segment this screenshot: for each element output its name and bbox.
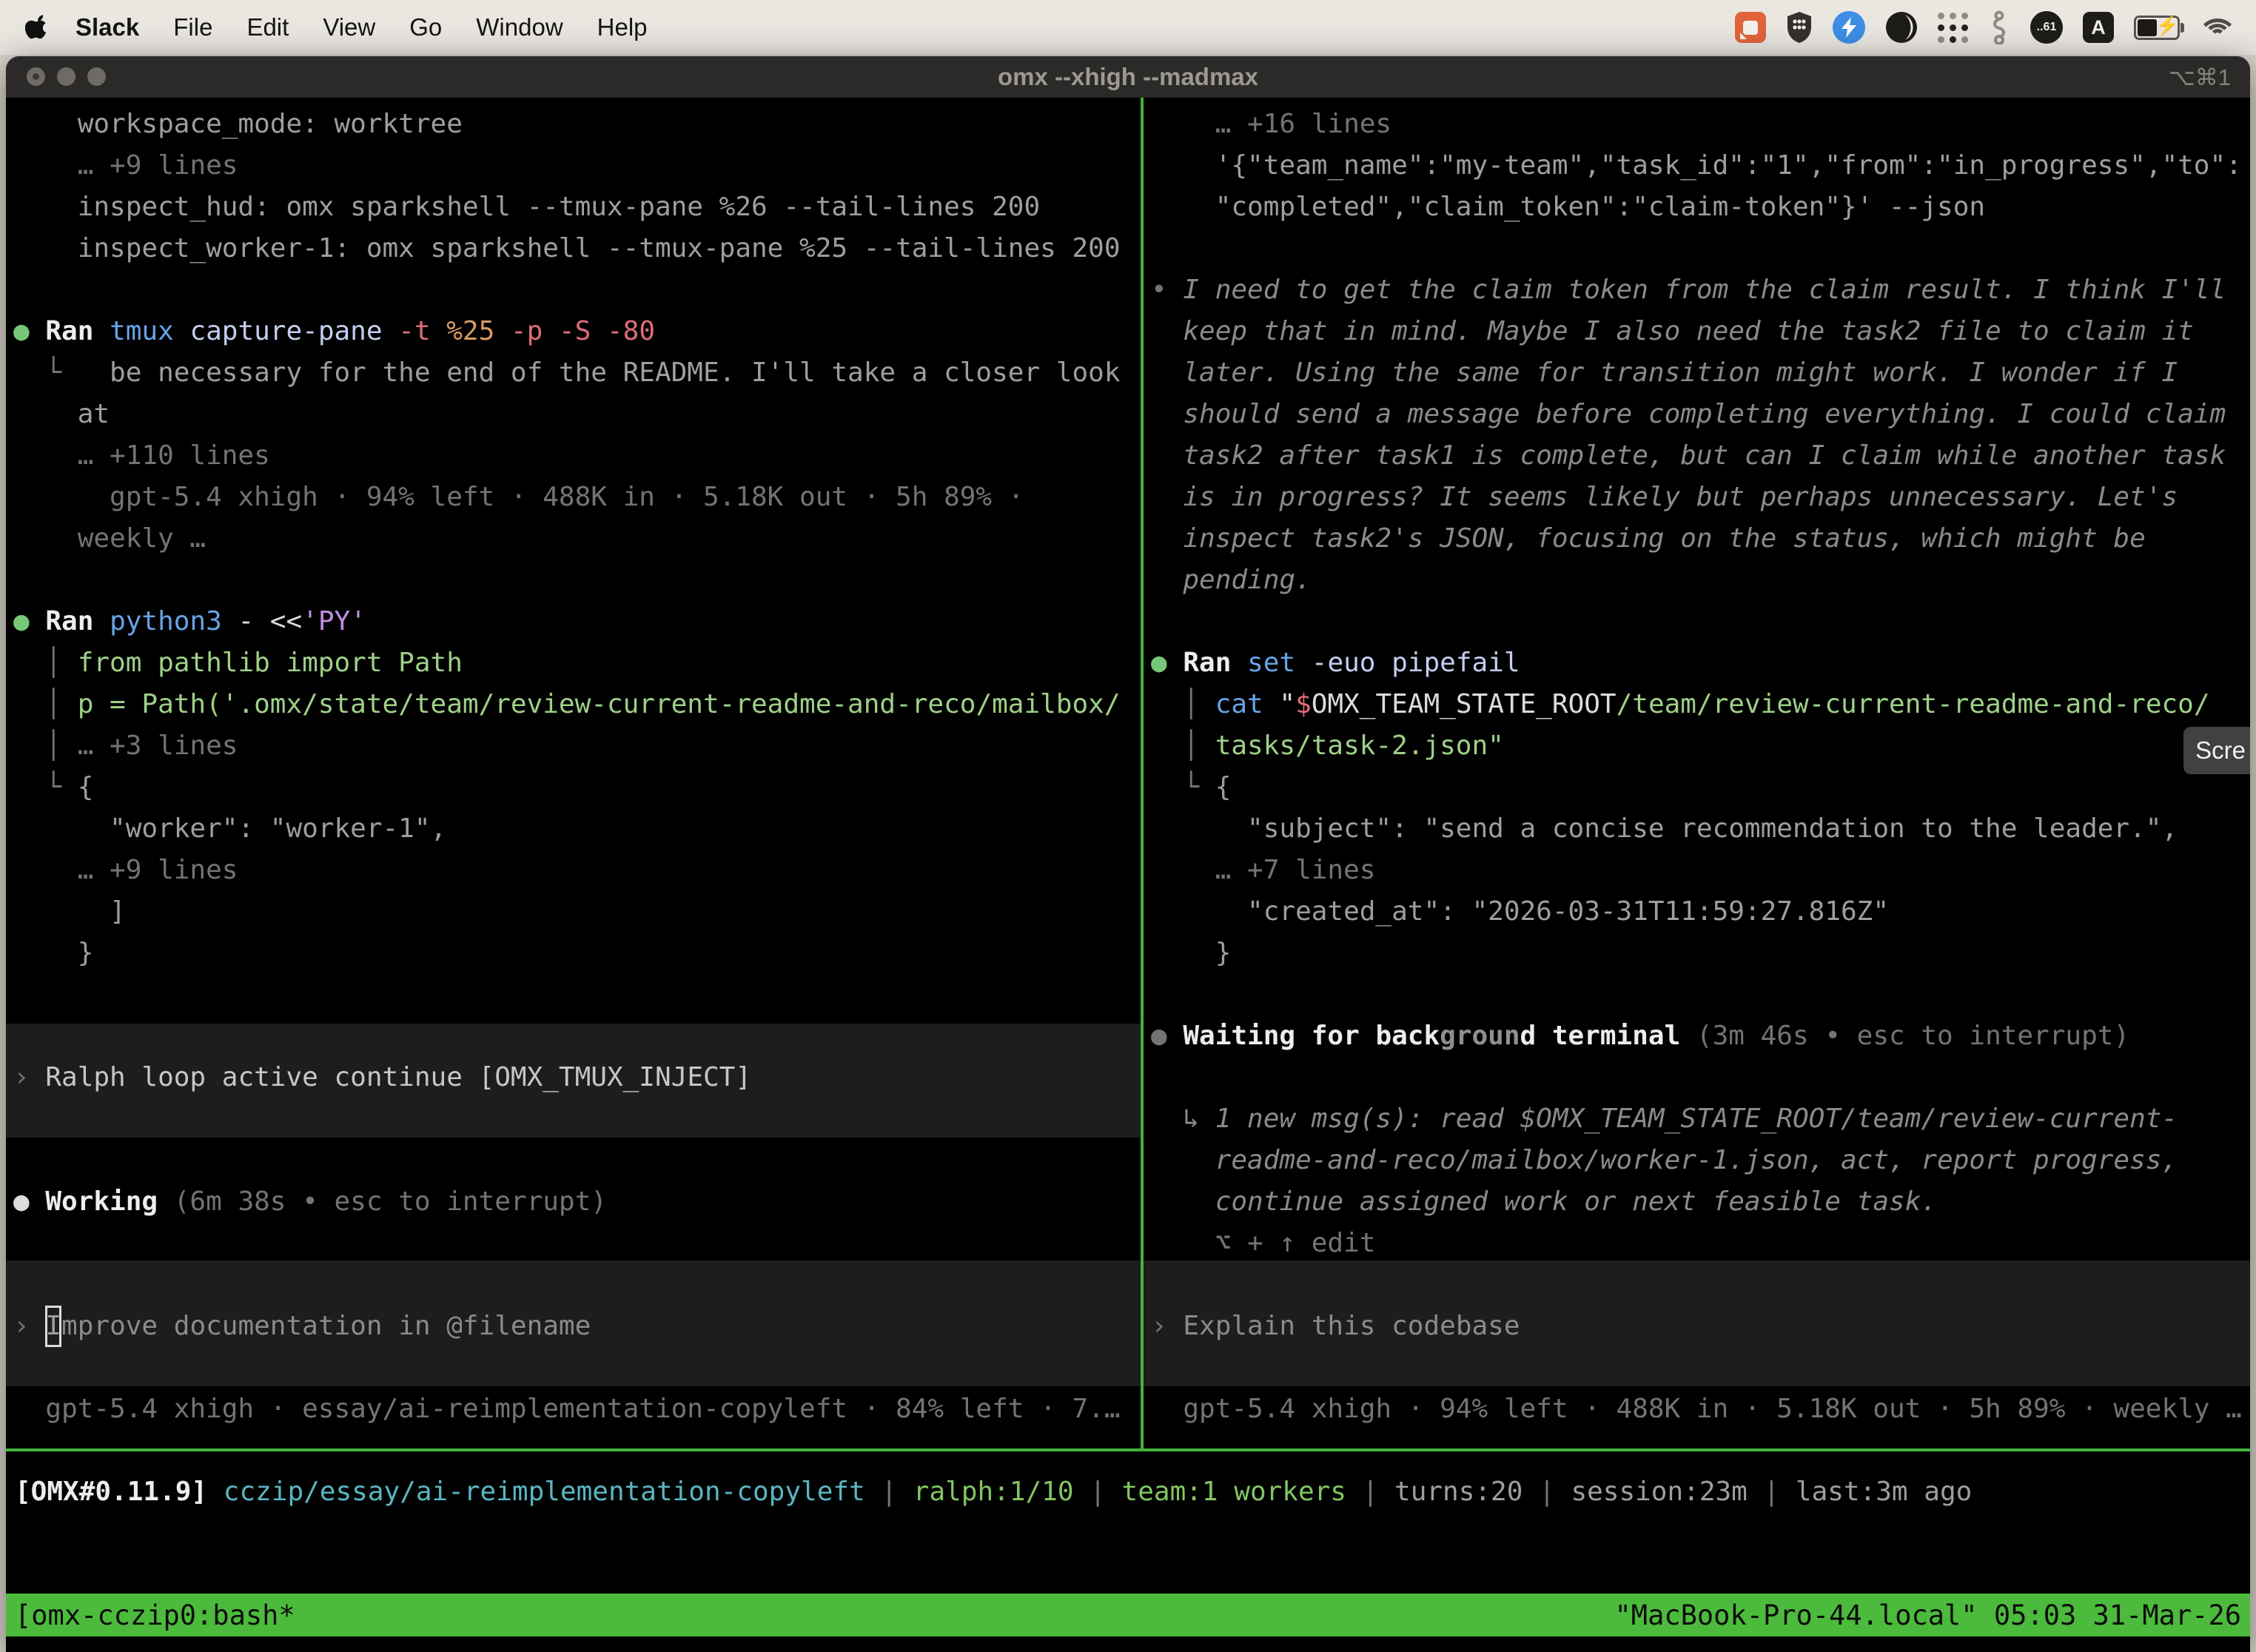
terminal-line: … +110 lines: [6, 435, 1141, 477]
terminal-line: task2 after task1 is complete, but can I…: [1144, 435, 2250, 477]
terminal-line: ● Ran python3 - <<'PY': [6, 601, 1141, 642]
terminal-line: ]: [6, 891, 1141, 933]
terminal-line: "completed","claim_token":"claim-token"}…: [1144, 187, 2250, 228]
terminal-line: later. Using the same for transition mig…: [1144, 352, 2250, 394]
a-badge-icon[interactable]: A: [2083, 12, 2114, 43]
terminal-line: │ cat "$OMX_TEAM_STATE_ROOT/team/review-…: [1144, 684, 2250, 725]
terminal-line: ↳ 1 new msg(s): read $OMX_TEAM_STATE_ROO…: [1144, 1098, 2250, 1140]
terminal-line: [OMX#0.11.9] cczip/essay/ai-reimplementa…: [6, 1471, 2250, 1513]
terminal-line: [1144, 1347, 2250, 1389]
window-shortcut-hint: ⌥⌘1: [2169, 56, 2231, 98]
terminal-line: [6, 1223, 1141, 1264]
squiggle-icon[interactable]: [1988, 10, 2010, 44]
window-titlebar[interactable]: omx --xhigh --madmax ⌥⌘1: [6, 56, 2250, 98]
terminal-window: omx --xhigh --madmax ⌥⌘1 workspace_mode:…: [6, 56, 2250, 1652]
tmux-session-label: [omx-cczip0:bash*: [15, 1599, 295, 1631]
app-menus: Slack File Edit View Go Window Help: [75, 13, 648, 41]
terminal-line: }: [6, 933, 1141, 974]
pane-divider-horizontal: [6, 1448, 2250, 1451]
terminal-line: weekly …: [6, 518, 1141, 560]
slack-status-icon[interactable]: [1735, 12, 1766, 43]
terminal-line: is in progress? It seems likely but perh…: [1144, 477, 2250, 518]
terminal-line: ● Waiting for background terminal (3m 46…: [1144, 1015, 2250, 1057]
terminal-line: └ be necessary for the end of the README…: [6, 352, 1141, 394]
terminal-line: "created_at": "2026-03-31T11:59:27.816Z": [1144, 891, 2250, 933]
terminal-line: › Improve documentation in @filename: [6, 1306, 1141, 1347]
shield-icon[interactable]: [1786, 11, 1813, 44]
terminal-line: keep that in mind. Maybe I also need the…: [1144, 311, 2250, 352]
terminal-line: continue assigned work or next feasible …: [1144, 1181, 2250, 1223]
tmux-status-bar: [omx-cczip0:bash* "MacBook-Pro-44.local"…: [6, 1594, 2250, 1636]
terminal-line: ● Ran tmux capture-pane -t %25 -p -S -80: [6, 311, 1141, 352]
terminal-line: inspect task2's JSON, focusing on the st…: [1144, 518, 2250, 560]
terminal-line: should send a message before completing …: [1144, 394, 2250, 435]
wifi-icon[interactable]: [2200, 14, 2235, 41]
terminal-line: "worker": "worker-1",: [6, 808, 1141, 850]
terminal-line: [6, 1347, 1141, 1389]
terminal-line: gpt-5.4 xhigh · essay/ai-reimplementatio…: [6, 1389, 1141, 1430]
terminal-line: at: [6, 394, 1141, 435]
menu-go[interactable]: Go: [409, 13, 442, 41]
terminal-line: [6, 1140, 1141, 1181]
omx-status-line: [OMX#0.11.9] cczip/essay/ai-reimplementa…: [6, 1471, 2250, 1513]
terminal-line: workspace_mode: worktree: [6, 104, 1141, 145]
menu-app-name[interactable]: Slack: [75, 13, 139, 41]
screen-tooltip: Scre: [2183, 727, 2250, 774]
terminal-line: inspect_hud: omx sparkshell --tmux-pane …: [6, 187, 1141, 228]
terminal-line: … +9 lines: [6, 145, 1141, 187]
right-terminal-pane[interactable]: Scre … +16 lines '{"team_name":"my-team"…: [1144, 104, 2250, 1448]
bolt-badge-icon[interactable]: [1833, 11, 1865, 44]
speed-badge-icon[interactable]: ..61: [2030, 11, 2063, 44]
terminal-line: readme-and-reco/mailbox/worker-1.json, a…: [1144, 1140, 2250, 1181]
terminal-line: │ from pathlib import Path: [6, 642, 1141, 684]
terminal-line: [6, 974, 1141, 1015]
terminal-line: … +9 lines: [6, 850, 1141, 891]
battery-icon[interactable]: ⚡: [2134, 16, 2180, 40]
left-terminal-pane[interactable]: workspace_mode: worktree … +9 lines insp…: [6, 104, 1141, 1448]
terminal-line: [1144, 1057, 2250, 1098]
terminal-line: │ tasks/task-2.json": [1144, 725, 2250, 767]
terminal-line: [6, 1098, 1141, 1140]
terminal-line: … +16 lines: [1144, 104, 2250, 145]
terminal-line: gpt-5.4 xhigh · 94% left · 488K in · 5.1…: [6, 477, 1141, 518]
terminal-line: └ {: [1144, 767, 2250, 808]
apple-menu-icon[interactable]: [25, 13, 50, 42]
terminal-line: › Ralph loop active continue [OMX_TMUX_I…: [6, 1057, 1141, 1098]
terminal-line: [1144, 601, 2250, 642]
tmux-host-clock-label: "MacBook-Pro-44.local" 05:03 31-Mar-26: [1615, 1599, 2241, 1631]
terminal-line: ⌥ + ↑ edit: [1144, 1223, 2250, 1264]
terminal-line: [1144, 974, 2250, 1015]
terminal-line: pending.: [1144, 560, 2250, 601]
terminal-line: • I need to get the claim token from the…: [1144, 269, 2250, 311]
terminal-line: }: [1144, 933, 2250, 974]
terminal-line: ● Working (6m 38s • esc to interrupt): [6, 1181, 1141, 1223]
terminal-line: └ {: [6, 767, 1141, 808]
terminal-line: [6, 1015, 1141, 1057]
menu-view[interactable]: View: [323, 13, 375, 41]
menu-bar: Slack File Edit View Go Window Help: [0, 0, 2256, 55]
menu-help[interactable]: Help: [597, 13, 648, 41]
terminal-line: [6, 269, 1141, 311]
terminal-line: ● Ran set -euo pipefail: [1144, 642, 2250, 684]
terminal-line: [1144, 228, 2250, 269]
dots-grid-icon[interactable]: [1938, 13, 1968, 43]
menu-edit[interactable]: Edit: [246, 13, 289, 41]
terminal-line: "subject": "send a concise recommendatio…: [1144, 808, 2250, 850]
menu-window[interactable]: Window: [476, 13, 563, 41]
terminal-line: … +7 lines: [1144, 850, 2250, 891]
menu-file[interactable]: File: [173, 13, 212, 41]
terminal-line: inspect_worker-1: omx sparkshell --tmux-…: [6, 228, 1141, 269]
terminal-line: │ … +3 lines: [6, 725, 1141, 767]
terminal-line: › Explain this codebase: [1144, 1306, 2250, 1347]
terminal-content: workspace_mode: worktree … +9 lines insp…: [6, 98, 2250, 1652]
crescent-icon[interactable]: [1885, 11, 1918, 44]
terminal-line: [1144, 1264, 2250, 1306]
window-title: omx --xhigh --madmax: [6, 56, 2250, 98]
menubar-status-icons: ..61 A ⚡: [1735, 10, 2241, 44]
terminal-line: '{"team_name":"my-team","task_id":"1","f…: [1144, 145, 2250, 187]
terminal-line: [6, 1264, 1141, 1306]
terminal-line: │ p = Path('.omx/state/team/review-curre…: [6, 684, 1141, 725]
terminal-line: [6, 560, 1141, 601]
terminal-line: gpt-5.4 xhigh · 94% left · 488K in · 5.1…: [1144, 1389, 2250, 1430]
